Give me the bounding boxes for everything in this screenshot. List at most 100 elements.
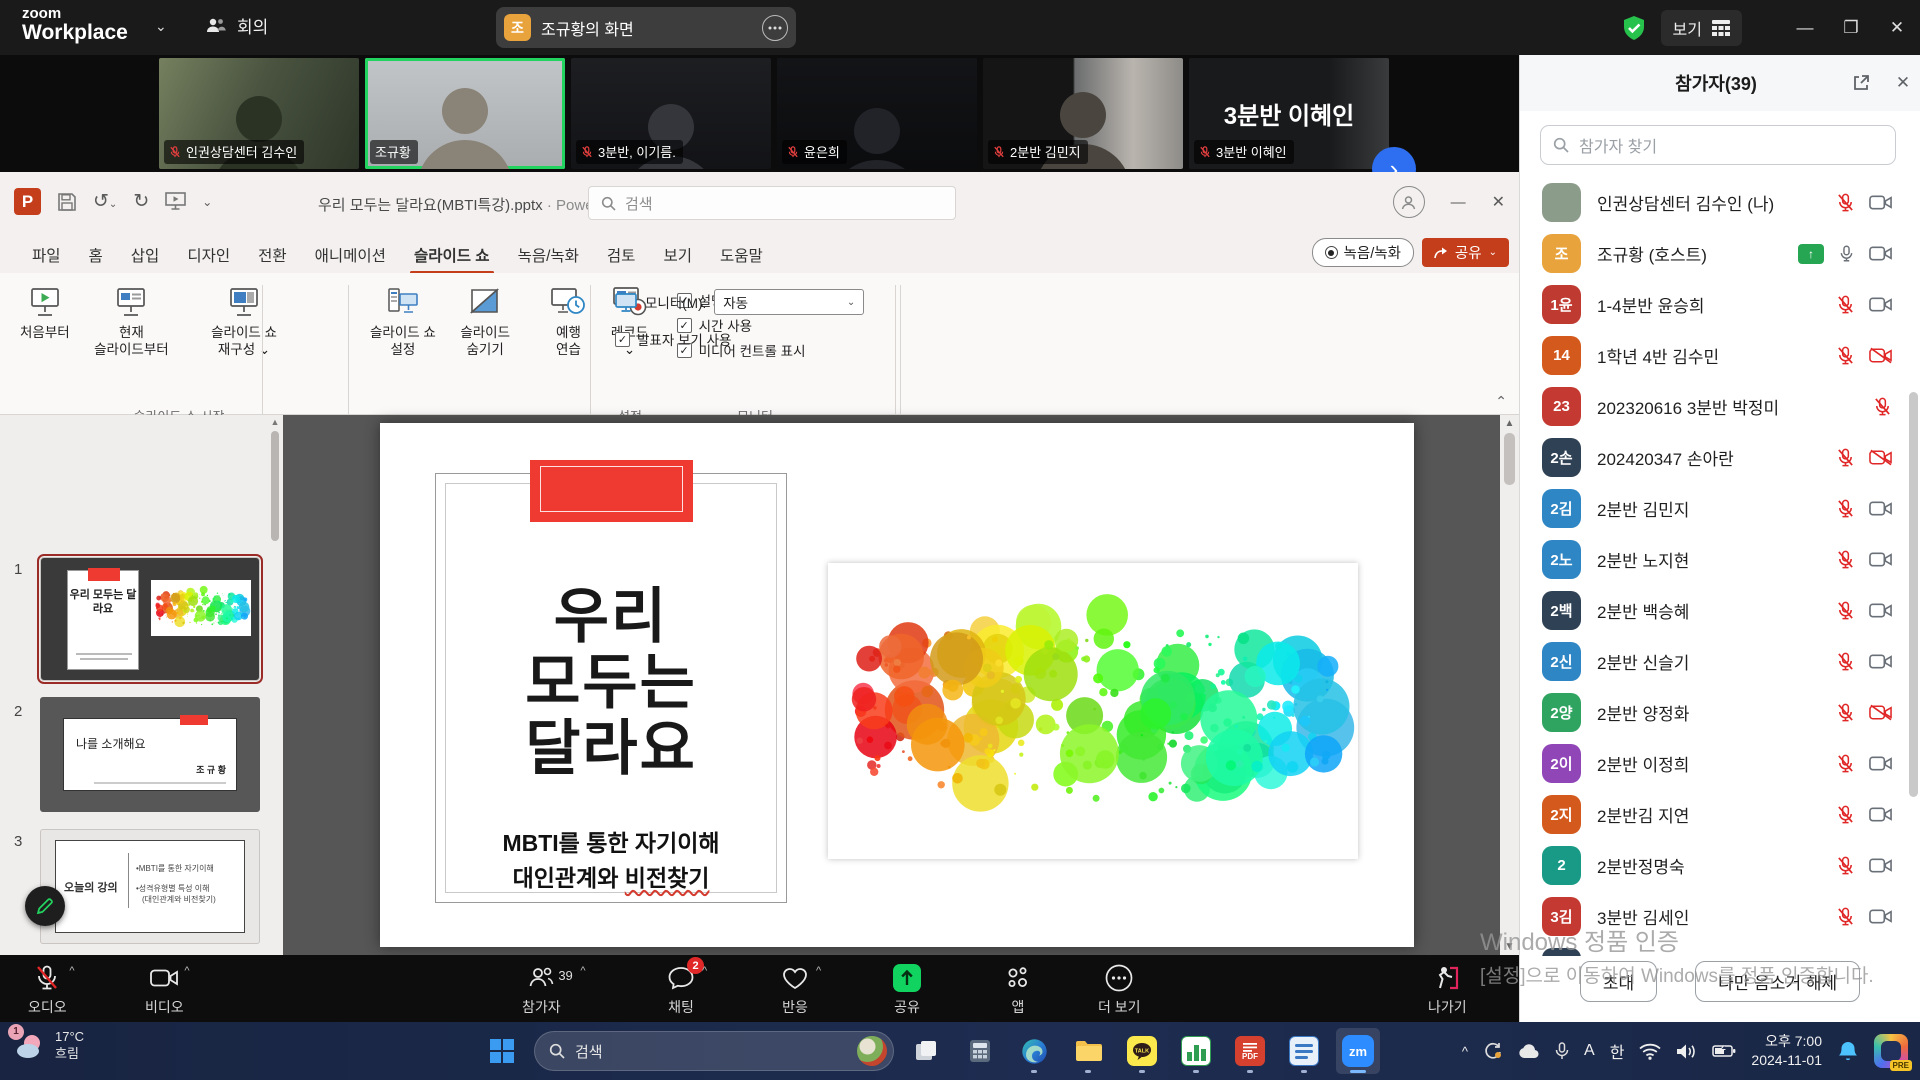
- slide-thumbnail-2[interactable]: 나를 소개해요 조 규 황: [40, 697, 260, 812]
- undo-icon[interactable]: ↺⌄: [93, 190, 117, 213]
- close-button[interactable]: ✕: [1874, 0, 1920, 55]
- participant-row[interactable]: 2백2분반 백승혜: [1520, 585, 1908, 636]
- slide-thumbnail-3[interactable]: 오늘의 강의 •MBTI를 통한 자기이해 •성격유형별 특성 이해 (대인관계…: [40, 829, 260, 944]
- participant-row[interactable]: 22분반정명숙: [1520, 840, 1908, 891]
- ppt-tab-파일[interactable]: 파일: [18, 237, 75, 273]
- minimize-button[interactable]: —: [1782, 0, 1828, 55]
- weather-widget[interactable]: 1 17°C흐림: [14, 1029, 84, 1063]
- participant-row[interactable]: 2노2분반 노지현: [1520, 534, 1908, 585]
- rehearse-timings-button[interactable]: 예행연습: [540, 281, 596, 363]
- toolbar-앱[interactable]: 앱: [1005, 963, 1031, 1017]
- notes-app-icon[interactable]: [1282, 1028, 1326, 1074]
- participant-row[interactable]: 2신2분반 신슬기: [1520, 636, 1908, 687]
- invite-button[interactable]: 초대: [1580, 961, 1657, 1002]
- chevron-down-icon[interactable]: ⌄: [155, 18, 167, 35]
- participant-row[interactable]: 2이2분반 이정희: [1520, 738, 1908, 789]
- view-button[interactable]: 보기: [1661, 10, 1742, 46]
- toolbar-오디오[interactable]: ^오디오: [28, 963, 67, 1017]
- toolbar-비디오[interactable]: ^비디오: [145, 963, 184, 1017]
- toolbar-공유[interactable]: 공유: [892, 963, 922, 1017]
- ppt-minimize-button[interactable]: —: [1451, 194, 1466, 211]
- participant-row[interactable]: 2김2분반 김민지: [1520, 483, 1908, 534]
- edge-browser-icon[interactable]: [1012, 1028, 1056, 1074]
- thumbnail-scrollbar[interactable]: ▲: [269, 415, 281, 955]
- toolbar-참가자[interactable]: 39^참가자: [522, 963, 561, 1017]
- pdf-app-icon[interactable]: PDF: [1228, 1028, 1272, 1074]
- chevron-up-icon[interactable]: ^: [816, 965, 821, 977]
- ppt-tab-검토[interactable]: 검토: [593, 237, 650, 273]
- cloud-icon[interactable]: [1518, 1043, 1540, 1059]
- toolbar-나가기[interactable]: 나가기: [1428, 963, 1467, 1017]
- toolbar-채팅[interactable]: 2^채팅: [668, 963, 694, 1017]
- notification-bell-icon[interactable]: [1837, 1040, 1859, 1063]
- redo-icon[interactable]: ↻: [133, 190, 149, 213]
- task-view-button[interactable]: [904, 1028, 948, 1074]
- participant-row[interactable]: 인권상담센터 김수인 (나): [1520, 177, 1908, 228]
- save-icon[interactable]: [57, 192, 77, 212]
- ppt-tab-애니메이션[interactable]: 애니메이션: [301, 237, 400, 273]
- spreadsheet-app-icon[interactable]: [1174, 1028, 1218, 1074]
- ppt-close-button[interactable]: ✕: [1492, 192, 1505, 212]
- tray-expand-chevron[interactable]: ^: [1462, 1044, 1468, 1059]
- hide-slide-button[interactable]: 슬라이드숨기기: [450, 281, 520, 363]
- ppt-tab-전환[interactable]: 전환: [244, 237, 301, 273]
- video-tile[interactable]: 2분반 김민지: [983, 58, 1183, 169]
- ppt-tab-삽입[interactable]: 삽입: [117, 237, 174, 273]
- participant-scrollbar[interactable]: [1909, 177, 1918, 967]
- close-panel-icon[interactable]: ✕: [1886, 73, 1920, 93]
- maximize-button[interactable]: ❐: [1828, 0, 1874, 55]
- zoom-app-icon[interactable]: zm: [1336, 1028, 1380, 1074]
- popout-icon[interactable]: [1852, 74, 1886, 92]
- canvas-scrollbar[interactable]: ▲ ▼: [1500, 415, 1519, 955]
- toolbar-반응[interactable]: ^반응: [782, 963, 808, 1017]
- video-tile[interactable]: 3분반, 이기름.: [571, 58, 771, 169]
- record-toggle-pill[interactable]: 녹음/녹화: [1312, 238, 1414, 267]
- taskbar-search-box[interactable]: 검색: [534, 1031, 894, 1071]
- sync-icon[interactable]: [1483, 1041, 1503, 1061]
- volume-icon[interactable]: [1676, 1043, 1697, 1060]
- participant-row[interactable]: 1윤1-4분반 윤승희: [1520, 279, 1908, 330]
- participant-row[interactable]: 2양2분반 양정화: [1520, 687, 1908, 738]
- unmute-self-button[interactable]: 나만 음소거 해제: [1695, 961, 1860, 1002]
- chevron-up-icon[interactable]: ^: [702, 965, 707, 977]
- ppt-tab-도움말[interactable]: 도움말: [706, 237, 777, 273]
- battery-icon[interactable]: [1712, 1044, 1736, 1058]
- collapse-ribbon-icon[interactable]: ⌃: [1495, 393, 1507, 410]
- ppt-tab-홈[interactable]: 홈: [75, 237, 117, 273]
- shared-screen-pill[interactable]: 조 조규황의 화면: [496, 7, 796, 48]
- mic-tray-icon[interactable]: [1555, 1042, 1569, 1061]
- ppt-tab-보기[interactable]: 보기: [649, 237, 706, 273]
- meeting-tab[interactable]: 회의: [205, 13, 268, 38]
- video-tile[interactable]: 3분반 이혜인3분반 이혜인: [1189, 58, 1389, 169]
- toolbar-더 보기[interactable]: 더 보기: [1098, 963, 1141, 1017]
- from-start-button[interactable]: 처음부터: [10, 281, 80, 346]
- participant-row[interactable]: 23202320616 3분반 박정미: [1520, 381, 1908, 432]
- participant-row[interactable]: 141학년 4반 김수민: [1520, 330, 1908, 381]
- video-tile[interactable]: 조규황: [365, 58, 565, 169]
- use-presenter-view-checkbox[interactable]: ✓발표자 보기 사용: [615, 329, 895, 349]
- kakaotalk-app-icon[interactable]: TALK: [1120, 1028, 1164, 1074]
- from-current-slide-button[interactable]: 현재슬라이드부터: [84, 281, 179, 363]
- start-slideshow-icon[interactable]: [165, 192, 186, 211]
- ime-latin-indicator[interactable]: A: [1584, 1042, 1595, 1060]
- ppt-tab-녹음/녹화[interactable]: 녹음/녹화: [504, 237, 593, 273]
- copilot-icon[interactable]: PRE: [1874, 1034, 1908, 1068]
- annotation-pencil-button[interactable]: [25, 886, 65, 926]
- security-shield-icon[interactable]: [1621, 15, 1647, 41]
- video-tile[interactable]: 인권상담센터 김수인: [159, 58, 359, 169]
- monitor-select[interactable]: 자동⌄: [714, 289, 864, 315]
- qat-customize-icon[interactable]: ⌄: [202, 195, 212, 209]
- share-options-button[interactable]: [762, 15, 788, 41]
- ppt-tab-슬라이드 쇼[interactable]: 슬라이드 쇼: [400, 237, 504, 273]
- calculator-app-icon[interactable]: [958, 1028, 1002, 1074]
- setup-slideshow-button[interactable]: 슬라이드 쇼설정: [360, 281, 446, 363]
- ime-korean-indicator[interactable]: 한: [1610, 1039, 1625, 1063]
- slide-thumbnail-1[interactable]: 우리 모두는 달라요: [40, 557, 260, 681]
- taskbar-clock[interactable]: 오후 7:00 2024-11-01: [1751, 1032, 1822, 1070]
- wifi-icon[interactable]: [1639, 1043, 1661, 1060]
- chevron-up-icon[interactable]: ^: [69, 965, 74, 977]
- participant-row[interactable]: 조조규황 (호스트)↑: [1520, 228, 1908, 279]
- participant-row[interactable]: 3김3분반 김세인: [1520, 891, 1908, 942]
- participant-row[interactable]: 2손202420347 손아란: [1520, 432, 1908, 483]
- chevron-up-icon[interactable]: ^: [580, 965, 585, 977]
